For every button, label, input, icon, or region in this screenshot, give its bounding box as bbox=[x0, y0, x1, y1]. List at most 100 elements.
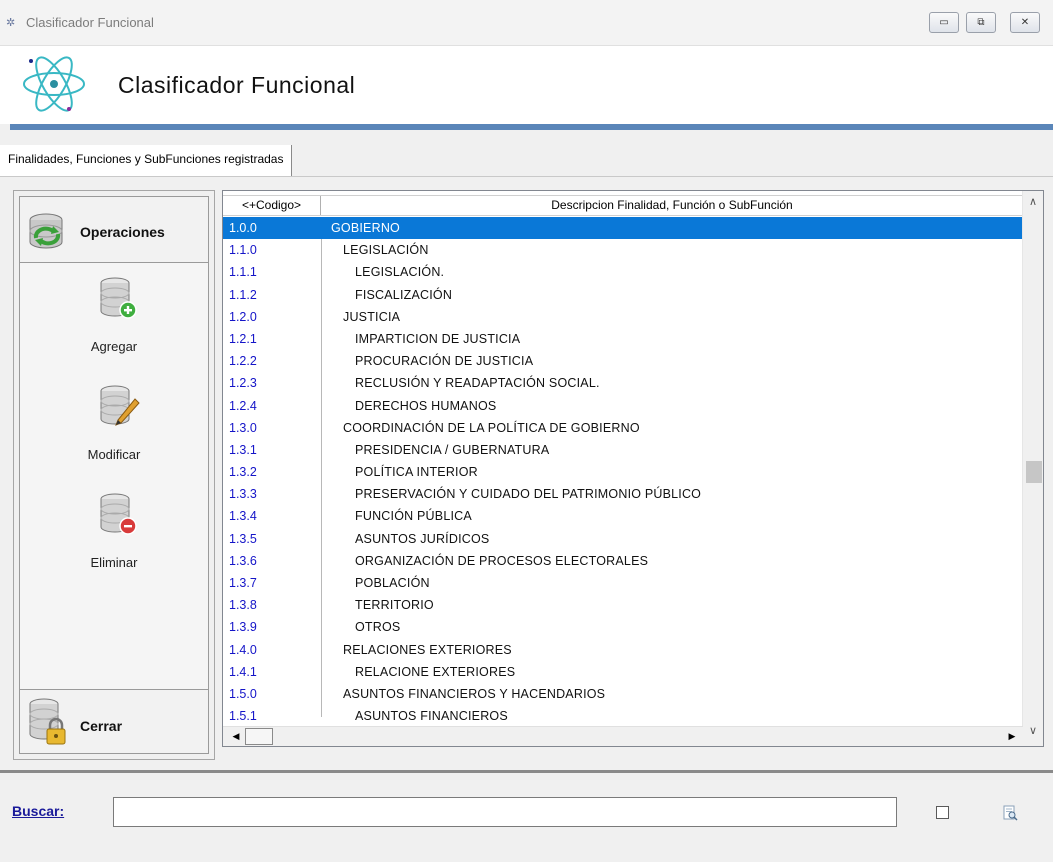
row-code: 1.3.7 bbox=[229, 576, 257, 590]
row-description: COORDINACIÓN DE LA POLÍTICA DE GOBIERNO bbox=[343, 420, 640, 435]
search-bar: Buscar: bbox=[0, 773, 1053, 862]
row-code: 1.4.1 bbox=[229, 664, 257, 679]
header-divider bbox=[10, 124, 1053, 130]
row-code: 1.1.0 bbox=[229, 243, 257, 258]
app-icon: ✲ bbox=[6, 16, 16, 29]
row-code: 1.2.3 bbox=[229, 376, 257, 391]
row-description: PRESIDENCIA / GUBERNATURA bbox=[355, 442, 550, 457]
table-row[interactable]: 1.3.3 PRESERVACIÓN Y CUIDADO DEL PATRIMON… bbox=[223, 483, 1023, 505]
close-action-button[interactable]: Cerrar bbox=[20, 689, 208, 753]
row-code: 1.3.0 bbox=[229, 420, 257, 435]
modify-button[interactable]: Modificar bbox=[20, 383, 208, 483]
table-row[interactable]: 1.3.2 POLÍTICA INTERIOR bbox=[223, 461, 1023, 483]
row-description: DERECHOS HUMANOS bbox=[355, 398, 497, 413]
row-description: GOBIERNO bbox=[331, 221, 400, 235]
column-header-description[interactable]: Descripcion Finalidad, Función o SubFunc… bbox=[322, 196, 1022, 215]
scroll-left-icon[interactable]: ◀ bbox=[227, 728, 245, 745]
operations-label: Operaciones bbox=[80, 224, 165, 240]
row-code: 1.3.6 bbox=[229, 553, 257, 568]
vertical-scroll-thumb[interactable] bbox=[1026, 461, 1042, 483]
functions-grid[interactable]: <+Codigo> Descripcion Finalidad, Función… bbox=[222, 190, 1044, 747]
search-label: Buscar: bbox=[12, 803, 65, 819]
table-row[interactable]: 1.1.2 FISCALIZACIÓN bbox=[223, 284, 1023, 306]
table-row[interactable]: 1.3.9 OTROS bbox=[223, 616, 1023, 638]
atom-logo-icon bbox=[19, 49, 89, 119]
row-description: ORGANIZACIÓN DE PROCESOS ELECTORALES bbox=[355, 553, 649, 568]
table-row[interactable]: 1.3.5 ASUNTOS JURÍDICOS bbox=[223, 528, 1023, 550]
scroll-up-icon[interactable]: ∧ bbox=[1023, 195, 1043, 213]
row-code: 1.3.5 bbox=[229, 531, 257, 546]
find-document-icon[interactable] bbox=[1002, 805, 1018, 821]
row-code: 1.3.3 bbox=[229, 487, 257, 502]
close-label: Cerrar bbox=[80, 718, 123, 734]
operations-header[interactable]: Operaciones bbox=[20, 197, 208, 263]
row-description: POLÍTICA INTERIOR bbox=[355, 465, 478, 480]
grid-rows: 1.0.0 GOBIERNO 1.1.0 LEGISLACIÓN 1.1.1 LEGISL… bbox=[223, 217, 1023, 727]
database-add-icon bbox=[100, 277, 137, 319]
database-edit-icon bbox=[100, 385, 140, 426]
operations-panel: Operaciones Agregar Modificar Eliminar C… bbox=[13, 190, 215, 760]
table-row[interactable]: 1.4.0 RELACIONES EXTERIORES bbox=[223, 639, 1023, 661]
search-input[interactable] bbox=[113, 797, 897, 827]
app-header: Clasificador Funcional bbox=[0, 46, 1053, 124]
scroll-right-icon[interactable]: ▶ bbox=[1003, 728, 1021, 745]
operations-panel-inner: Operaciones Agregar Modificar Eliminar C… bbox=[19, 196, 209, 754]
row-code: 1.2.1 bbox=[229, 331, 257, 346]
minimize-button[interactable]: ▭ bbox=[929, 12, 959, 33]
row-code: 1.3.1 bbox=[229, 442, 257, 457]
row-description: PRESERVACIÓN Y CUIDADO DEL PATRIMONIO PÚ… bbox=[355, 487, 702, 502]
table-row[interactable]: 1.3.1 PRESIDENCIA / GUBERNATURA bbox=[223, 439, 1023, 461]
vertical-scrollbar[interactable]: ∧ ∨ bbox=[1022, 191, 1043, 746]
table-row[interactable]: 1.0.0 GOBIERNO bbox=[223, 217, 1023, 240]
table-row[interactable]: 1.3.4 FUNCIÓN PÚBLICA bbox=[223, 505, 1023, 527]
row-description: ASUNTOS FINANCIEROS bbox=[355, 709, 508, 724]
grid-header: <+Codigo> Descripcion Finalidad, Función… bbox=[223, 195, 1023, 216]
row-code: 1.0.0 bbox=[229, 221, 257, 235]
row-description: FUNCIÓN PÚBLICA bbox=[355, 509, 472, 524]
table-row[interactable]: 1.2.3 RECLUSIÓN Y READAPTACIÓN SOCIAL. bbox=[223, 372, 1023, 394]
table-row[interactable]: 1.1.0 LEGISLACIÓN bbox=[223, 239, 1023, 261]
row-code: 1.3.9 bbox=[229, 620, 257, 635]
row-code: 1.1.2 bbox=[229, 287, 257, 302]
table-row[interactable]: 1.3.0 COORDINACIÓN DE LA POLÍTICA DE GOBI… bbox=[223, 417, 1023, 439]
table-row[interactable]: 1.3.7 POBLACIÓN bbox=[223, 572, 1023, 594]
row-code: 1.2.2 bbox=[229, 354, 257, 369]
delete-button[interactable]: Eliminar bbox=[20, 491, 208, 591]
delete-label: Eliminar bbox=[90, 555, 138, 570]
table-row[interactable]: 1.5.1 ASUNTOS FINANCIEROS bbox=[223, 705, 1023, 727]
row-description: ASUNTOS FINANCIEROS Y HACENDARIOS bbox=[343, 686, 606, 701]
table-row[interactable]: 1.2.2 PROCURACIÓN DE JUSTICIA bbox=[223, 350, 1023, 372]
row-description: OTROS bbox=[355, 620, 401, 635]
row-code: 1.3.8 bbox=[229, 598, 257, 613]
row-description: JUSTICIA bbox=[343, 309, 401, 324]
table-row[interactable]: 1.2.0 JUSTICIA bbox=[223, 306, 1023, 328]
row-code: 1.4.0 bbox=[229, 642, 257, 657]
row-description: LEGISLACIÓN. bbox=[355, 265, 445, 280]
search-option-checkbox[interactable] bbox=[936, 806, 949, 819]
row-code: 1.2.0 bbox=[229, 309, 257, 324]
table-row[interactable]: 1.5.0 ASUNTOS FINANCIEROS Y HACENDARIOS bbox=[223, 683, 1023, 705]
table-row[interactable]: 1.2.4 DERECHOS HUMANOS bbox=[223, 395, 1023, 417]
add-button[interactable]: Agregar bbox=[20, 275, 208, 375]
scroll-down-icon[interactable]: ∨ bbox=[1023, 724, 1043, 742]
add-label: Agregar bbox=[90, 339, 138, 354]
horizontal-scroll-thumb[interactable] bbox=[245, 728, 273, 745]
modify-label: Modificar bbox=[87, 447, 141, 462]
row-description: IMPARTICION DE JUSTICIA bbox=[355, 331, 521, 346]
tab-registered-functions[interactable]: Finalidades, Funciones y SubFunciones re… bbox=[0, 145, 293, 177]
row-description: FISCALIZACIÓN bbox=[355, 287, 453, 302]
table-row[interactable]: 1.4.1 RELACIONE EXTERIORES bbox=[223, 661, 1023, 683]
column-header-code[interactable]: <+Codigo> bbox=[223, 196, 321, 215]
database-lock-icon bbox=[29, 698, 66, 745]
row-code: 1.5.1 bbox=[229, 709, 257, 724]
horizontal-scrollbar[interactable]: ◀ ▶ bbox=[223, 726, 1023, 746]
window-title: Clasificador Funcional bbox=[26, 15, 154, 30]
close-button[interactable]: ✕ bbox=[1010, 12, 1040, 33]
row-description: LEGISLACIÓN bbox=[343, 243, 429, 258]
table-row[interactable]: 1.3.6 ORGANIZACIÓN DE PROCESOS ELECTORALE… bbox=[223, 550, 1023, 572]
row-description: TERRITORIO bbox=[355, 598, 434, 613]
table-row[interactable]: 1.3.8 TERRITORIO bbox=[223, 594, 1023, 616]
table-row[interactable]: 1.2.1 IMPARTICION DE JUSTICIA bbox=[223, 328, 1023, 350]
maximize-button[interactable]: ⧉ bbox=[966, 12, 996, 33]
table-row[interactable]: 1.1.1 LEGISLACIÓN. bbox=[223, 261, 1023, 283]
